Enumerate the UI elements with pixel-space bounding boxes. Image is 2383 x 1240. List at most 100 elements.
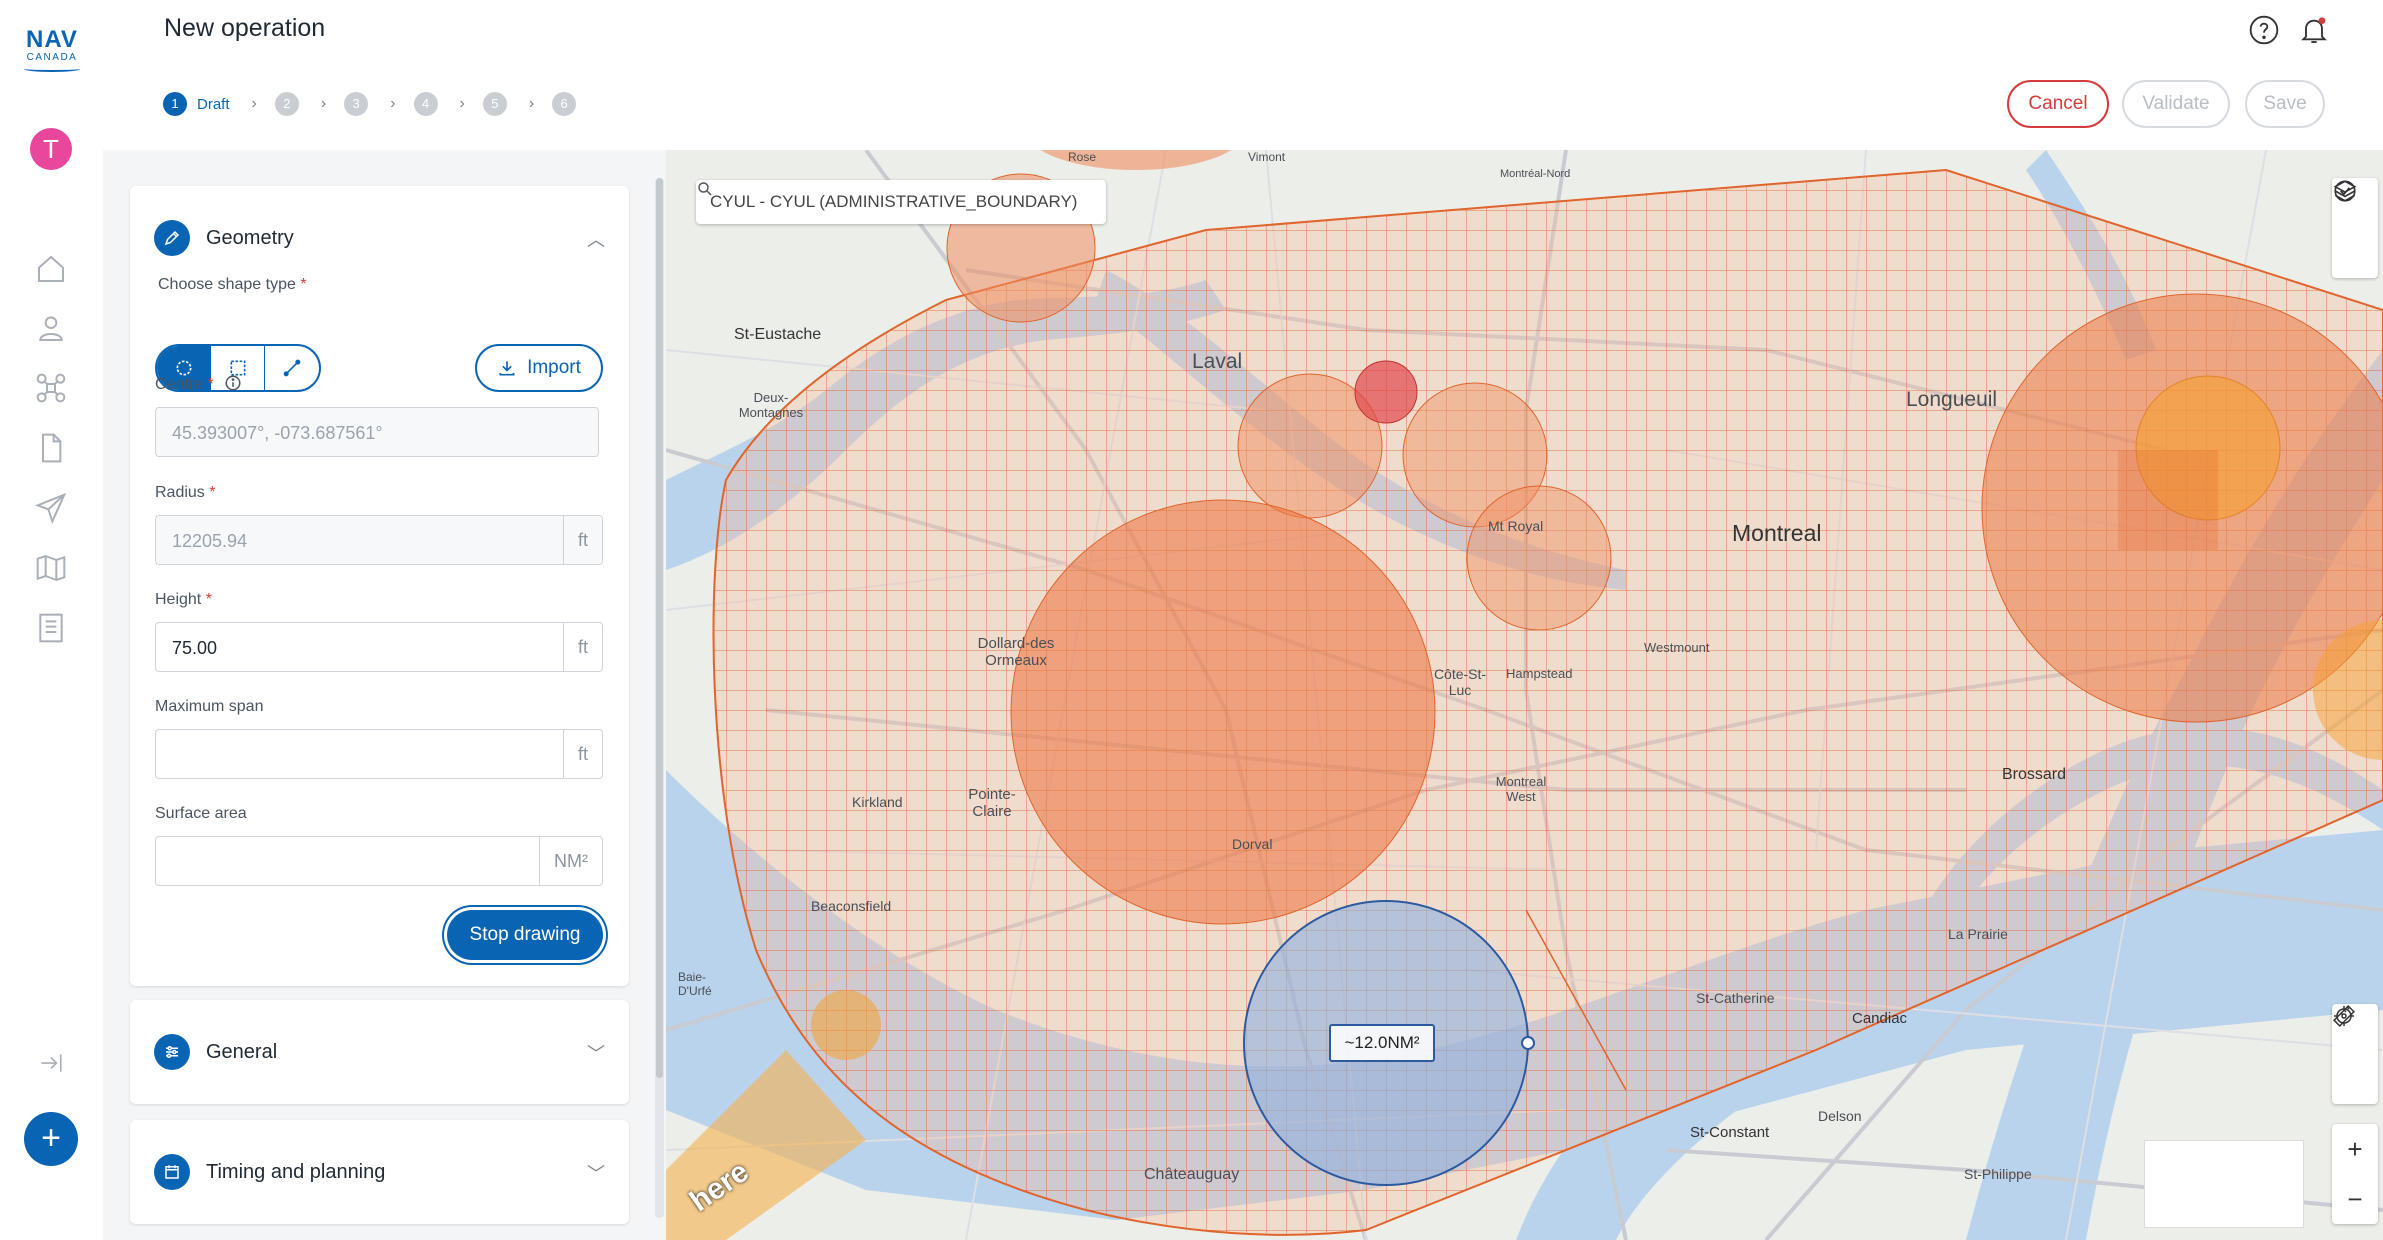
document-icon[interactable] [32,429,70,467]
map-label-delson: Delson [1818,1108,1862,1124]
chevron-right-icon: › [320,95,327,112]
map-icon[interactable] [32,549,70,587]
area-tooltip: ~12.0NM² [1329,1024,1435,1062]
map-label-hampstead: Hampstead [1506,666,1573,681]
height-field[interactable]: 75.00 ft [155,622,603,672]
expand-sidebar-icon[interactable] [32,1044,70,1082]
centre-label-row: Centre * [155,374,242,394]
step-6[interactable]: 6 [552,92,577,116]
help-icon[interactable] [2248,14,2280,46]
minimap[interactable] [2144,1140,2304,1228]
nav-canada-logo[interactable]: NAV CANADA [22,28,82,72]
map-label-montreal: Montreal [1732,520,1822,546]
timing-header[interactable]: Timing and planning [154,1152,385,1192]
amber-small-circle[interactable] [811,990,881,1060]
centre-field[interactable]: 45.393007°, -073.687561° [155,407,599,457]
restricted-zone-circle[interactable] [1466,485,1612,631]
chevron-down-icon[interactable]: ﹀ [587,1160,605,1186]
map-label-mt-royal: Mt Royal [1488,518,1544,534]
radius-field[interactable]: 12205.94 ft [155,515,603,565]
geometry-header[interactable]: Geometry [154,218,294,258]
scrollbar-thumb[interactable] [656,178,663,1078]
map-view[interactable]: Laval Montreal Longueuil St-Eustache Deu… [666,150,2383,1240]
geometry-title: Geometry [206,226,294,249]
logo-nav-text: NAV [26,26,78,53]
sliders-icon [154,1034,190,1070]
height-value: 75.00 [172,638,218,658]
general-header[interactable]: General [154,1032,277,1072]
map-label-cote-st-luc: Côte-St-Luc [1433,666,1487,698]
chevron-down-icon[interactable]: ﹀ [587,1040,605,1066]
cancel-button[interactable]: Cancel [2007,80,2109,128]
chevron-right-icon: › [390,95,396,112]
step-4[interactable]: 4 › [413,92,483,116]
map-label-longueuil: Longueuil [1906,388,1998,411]
save-button[interactable]: Save [2245,80,2325,128]
nav-rail: NAV CANADA T + [0,0,103,1240]
max-span-unit: ft [562,730,602,778]
centre-value: 45.393007°, -073.687561° [172,423,383,443]
required-mark: * [209,484,216,501]
step-2[interactable]: 2 › [274,92,344,116]
shape-type-label-text: Choose shape type [158,276,296,293]
map-label-deux-montagnes: Deux-Montagnes [738,390,804,420]
chevron-up-icon[interactable]: ︿ [587,226,605,252]
map-label-st-catherine: St-Catherine [1696,990,1775,1006]
add-operation-button[interactable]: + [24,1112,78,1166]
radius-handle[interactable] [1521,1036,1535,1050]
check-circle-icon[interactable] [2332,180,2378,278]
map-label-dorval: Dorval [1232,836,1273,852]
pencil-icon [154,220,190,256]
max-span-field[interactable]: ft [155,729,603,779]
map-search-text: CYUL - CYUL (ADMINISTRATIVE_BOUNDARY) [710,192,1078,211]
avatar[interactable]: T [30,128,72,170]
search-icon [698,182,712,196]
height-label: Height * [155,591,212,609]
map-label-laval: Laval [1192,350,1243,373]
map-label-la-prairie: La Prairie [1948,926,2008,942]
max-span-label: Maximum span [155,698,264,715]
restricted-zone-small-circle[interactable] [1354,360,1418,424]
calendar-icon [154,1154,190,1190]
step-label: Draft [197,95,230,113]
height-unit: ft [562,623,602,671]
logbook-icon[interactable] [32,609,70,647]
map-label-chateauguay: Châteauguay [1144,1166,1240,1183]
form-scrollbar[interactable] [655,178,664,1218]
map-search-box[interactable]: CYUL - CYUL (ADMINISTRATIVE_BOUNDARY) [696,180,1106,224]
import-button[interactable]: Import [475,344,603,392]
validate-button[interactable]: Validate [2122,80,2230,128]
locate-icon[interactable] [2332,1006,2378,1104]
surface-area-field[interactable]: NM² [155,836,603,886]
send-icon[interactable] [32,489,70,527]
notification-bell-icon[interactable] [2298,14,2330,46]
drone-icon[interactable] [32,369,70,407]
timing-card[interactable]: Timing and planning ﹀ [130,1120,629,1224]
step-number: 1 [163,92,187,116]
zoom-out-button[interactable]: − [2332,1174,2378,1224]
step-3[interactable]: 3 › [344,92,413,116]
radius-label-text: Radius [155,484,205,501]
line-shape-button[interactable] [265,346,319,390]
airport-control-zone-circle[interactable] [1010,499,1436,925]
stop-drawing-button[interactable]: Stop drawing [447,910,603,960]
logo-swoosh [24,66,80,72]
general-card[interactable]: General ﹀ [130,1000,629,1104]
logo-canada-text: CANADA [26,52,78,63]
import-label: Import [527,357,581,378]
height-label-text: Height [155,591,202,608]
home-icon[interactable] [32,250,70,288]
map-tool-controls [2332,1004,2378,1104]
zoom-in-button[interactable]: + [2332,1124,2378,1174]
user-icon[interactable] [32,309,70,347]
map-label-baie-durfe: Baie-D'Urfé [678,970,712,998]
radius-label: Radius * [155,484,216,502]
wizard-stepper: 1 Draft › 2 › 3 › 4 › 5 › 6 [163,90,577,118]
step-1[interactable]: 1 Draft › [163,92,275,116]
map-label-pointe-claire: Pointe-Claire [968,786,1016,820]
step-5[interactable]: 5 › [482,92,552,116]
chevron-right-icon: › [251,95,257,112]
st-hubert-airfield [2118,450,2218,550]
map-canvas[interactable] [666,150,2383,1240]
info-icon[interactable] [224,374,242,392]
